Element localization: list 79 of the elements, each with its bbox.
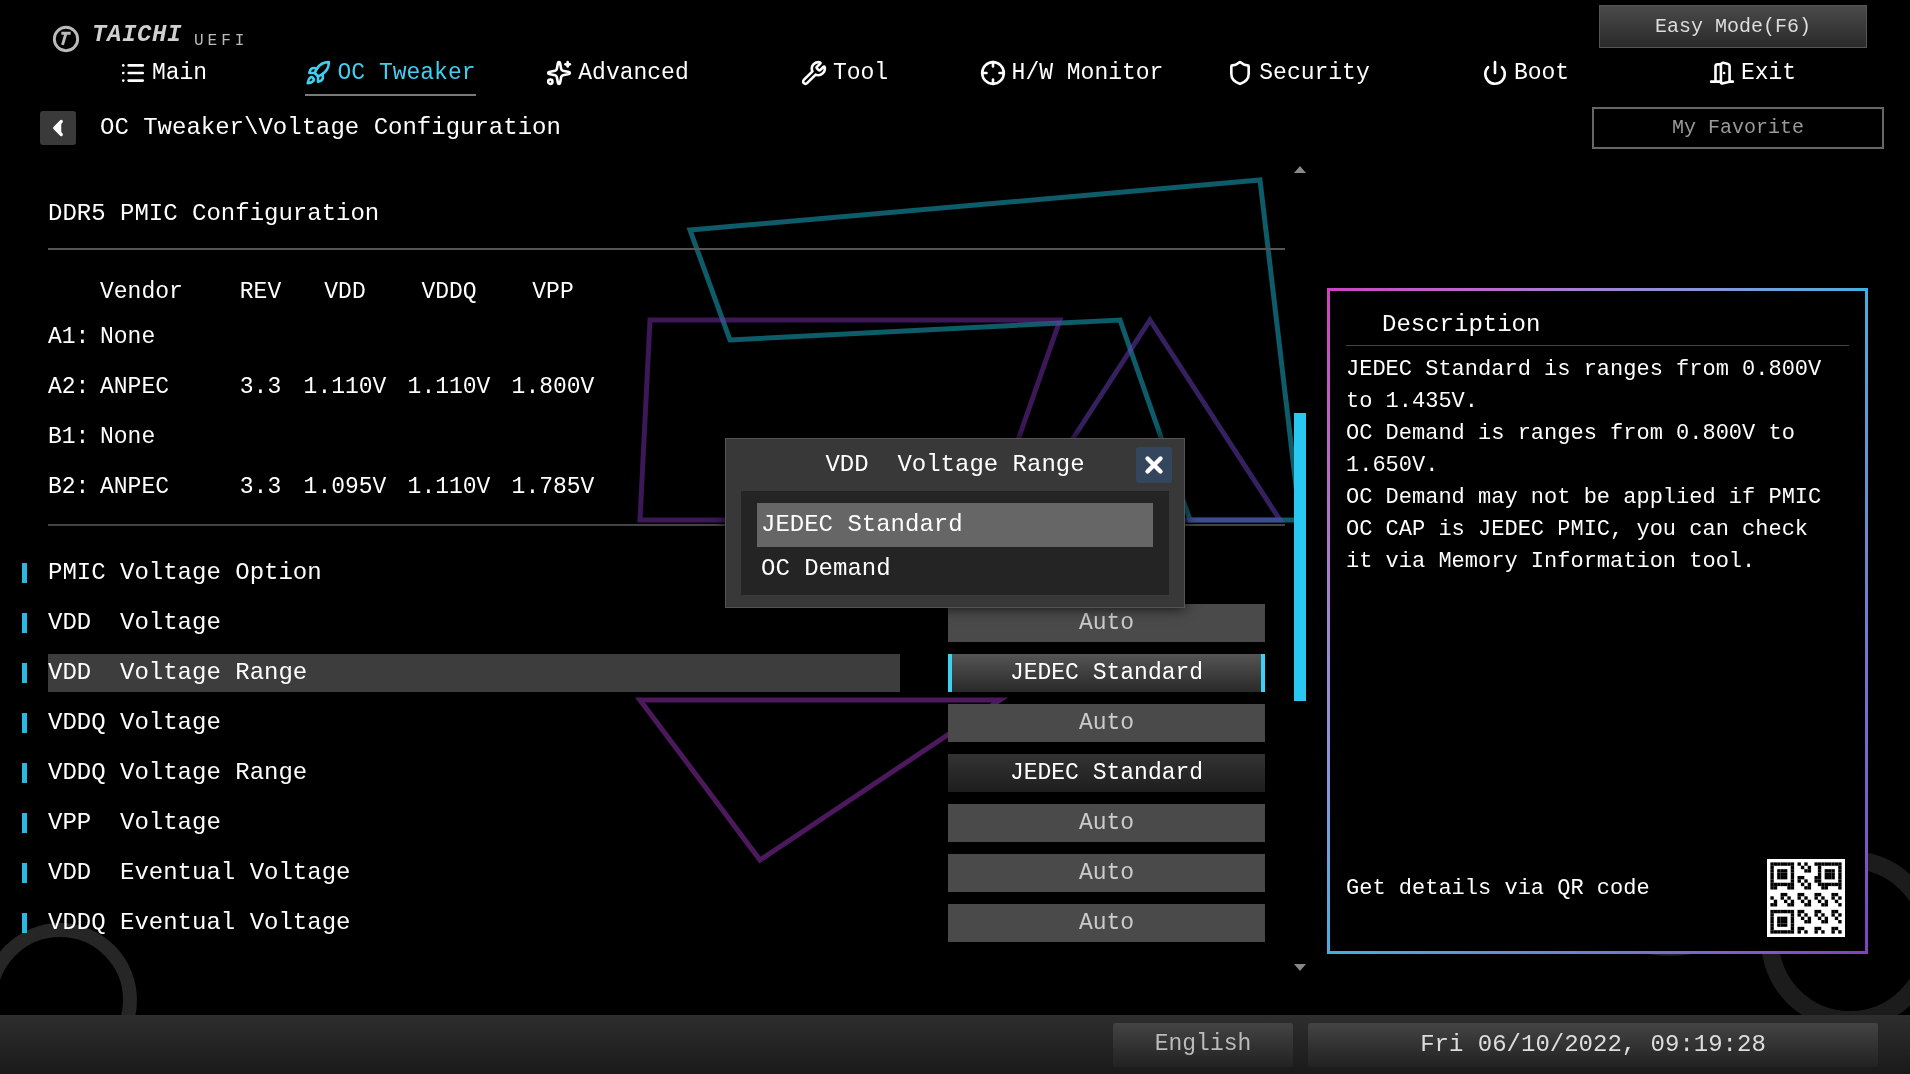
description-title: Description [1381,310,1542,340]
row-marker [22,563,27,583]
slot-label: A1: [48,322,90,352]
description-text: OC Demand may not be applied if PMIC OC CAP is JEDEC PMIC, you can check it via Memory Information tool. [1346,484,1823,576]
crosshair-icon [979,60,1006,86]
option-item[interactable]: JEDEC Standard [757,503,1153,547]
table-cell-text: 1.110V [303,372,387,402]
scroll-down-icon[interactable] [1294,964,1306,971]
logo-icon [52,25,80,53]
setting-label[interactable]: VDD Voltage [48,604,900,642]
setting-label[interactable]: VDDQ Voltage Range [48,754,900,792]
popup-title: VDD Voltage Range [825,450,1085,480]
logo-subtitle: UEFI [194,31,249,52]
logo-text: TAICHI [92,20,182,50]
wrench-icon [800,60,827,86]
breadcrumb: OC Tweaker\Voltage Configuration [100,113,561,143]
setting-value[interactable]: Auto [948,704,1265,742]
row-marker [22,763,27,783]
scrollbar-thumb[interactable] [1294,413,1306,701]
setting-value[interactable]: Auto [948,904,1265,942]
row-marker [22,863,27,883]
slot-label: B1: [48,422,90,452]
setting-label[interactable]: VDD Voltage Range [48,654,900,692]
my-favorite-button[interactable]: My Favorite [1592,107,1884,149]
tab[interactable]: Security [1227,55,1370,97]
scroll-up-icon[interactable] [1294,166,1306,173]
row-marker [22,813,27,833]
column-header: Vendor [100,277,183,307]
table-cell-text: 3.3 [239,472,282,502]
language-button[interactable]: English [1113,1022,1293,1067]
rocket-icon [305,60,332,86]
setting-label[interactable]: VDD Eventual Voltage [48,854,900,892]
tab[interactable]: OC Tweaker [305,55,476,97]
column-header: VPP [532,277,574,307]
table-cell-text: 1.110V [407,472,491,502]
setting-value[interactable]: Auto [948,854,1265,892]
tab[interactable]: Exit [1708,55,1797,97]
table-cell-text: 1.800V [511,372,595,402]
tab[interactable]: Tool [800,55,889,97]
qr-caption: Get details via QR code [1346,875,1650,903]
table-cell-text: 1.095V [303,472,387,502]
setting-value[interactable]: Auto [948,604,1265,642]
description-text: JEDEC Standard is ranges from 0.800V to 1.435V. [1346,356,1823,416]
table-cell-text: 1.110V [407,372,491,402]
row-marker [22,713,27,733]
easy-mode-button[interactable]: Easy Mode(F6) [1599,5,1867,48]
option-item[interactable]: OC Demand [757,547,1153,591]
row-marker [22,913,27,933]
slot-label: A2: [48,372,90,402]
table-cell-text: ANPEC [100,372,169,402]
row-marker [22,613,27,633]
date-time: Fri 06/10/2022, 09:19:28 [1308,1022,1878,1067]
star-icon [546,60,573,86]
setting-label[interactable]: VPP Voltage [48,804,900,842]
table-cell-text: ANPEC [100,472,169,502]
row-marker [22,663,27,683]
column-header: VDD [324,277,366,307]
table-cell-text: 3.3 [239,372,282,402]
setting-value[interactable]: JEDEC Standard [948,654,1265,692]
table-cell-text: 1.785V [511,472,595,502]
setting-value[interactable]: JEDEC Standard [948,754,1265,792]
description-text: OC Demand is ranges from 0.800V to 1.650V. [1346,420,1796,480]
door-icon [1708,60,1735,86]
setting-value[interactable]: Auto [948,804,1265,842]
setting-label[interactable]: VDDQ Eventual Voltage [48,904,900,942]
table-cell-text: None [100,322,156,352]
column-header: REV [239,277,282,307]
tab[interactable]: Boot [1481,55,1570,97]
back-button[interactable] [40,111,76,145]
slot-label: B2: [48,472,90,502]
tab[interactable]: Main [119,55,208,97]
section-title: DDR5 PMIC Configuration [48,199,381,228]
tab[interactable]: H/W Monitor [979,55,1164,97]
setting-label[interactable]: VDDQ Voltage [48,704,900,742]
tab[interactable]: Advanced [546,55,689,97]
table-cell-text: None [100,422,156,452]
close-button[interactable] [1136,447,1172,483]
power-icon [1481,60,1508,86]
column-header: VDDQ [421,277,477,307]
